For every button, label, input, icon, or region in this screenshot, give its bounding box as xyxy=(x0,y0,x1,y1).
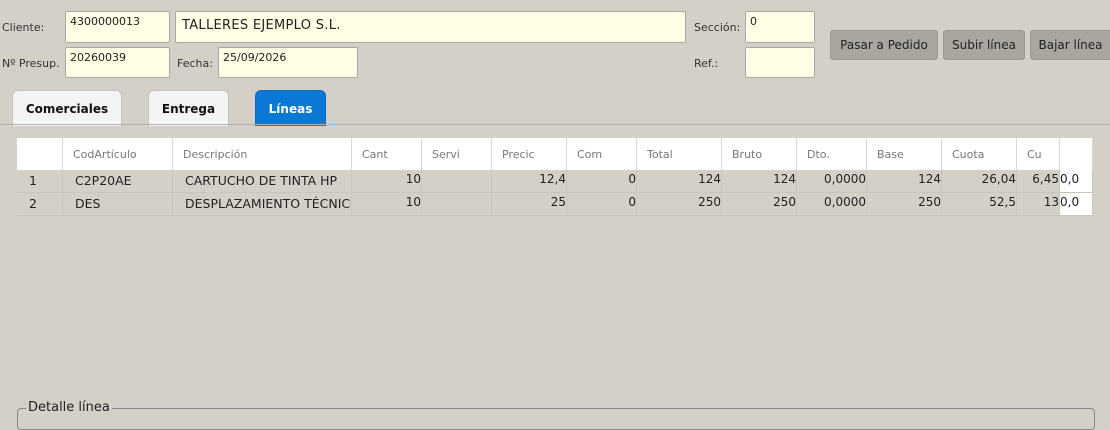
col-header-com[interactable]: Com xyxy=(567,138,637,170)
table-row[interactable]: 1 C2P20AE CARTUCHO DE TINTA HP 10 12,4 0… xyxy=(17,170,1093,193)
subir-linea-button[interactable]: Subir línea xyxy=(943,30,1025,60)
fecha-field[interactable]: 25/09/2026 xyxy=(218,47,358,78)
col-header-extra[interactable] xyxy=(1060,138,1093,170)
cell-num[interactable]: 1 xyxy=(17,170,63,192)
cell-extra[interactable]: 0,0 xyxy=(1060,193,1093,215)
cell-extra[interactable]: 0,0 xyxy=(1060,170,1093,192)
tab-lineas[interactable]: Líneas xyxy=(255,90,326,126)
tab-comerciales[interactable]: Comerciales xyxy=(12,90,122,126)
cell-codarticulo[interactable]: DES xyxy=(63,193,173,215)
col-header-servi[interactable]: Servi xyxy=(422,138,492,170)
cell-bruto[interactable]: 250 xyxy=(722,193,797,215)
cell-total[interactable]: 250 xyxy=(637,193,722,215)
cell-num[interactable]: 2 xyxy=(17,193,63,215)
cliente-label: Cliente: xyxy=(2,21,45,34)
cell-dto[interactable]: 0,0000 xyxy=(797,193,867,215)
cell-precio[interactable]: 12,4 xyxy=(492,170,567,192)
cell-cant[interactable]: 10 xyxy=(352,170,422,192)
pasar-a-pedido-button[interactable]: Pasar a Pedido xyxy=(830,30,938,60)
col-header-precio[interactable]: Precic xyxy=(492,138,567,170)
cell-servi[interactable] xyxy=(422,170,492,192)
presup-label: Nº Presup. xyxy=(2,57,60,70)
presup-field[interactable]: 20260039 xyxy=(65,47,170,78)
cell-descripcion[interactable]: DESPLAZAMIENTO TÉCNICO xyxy=(173,193,352,215)
cell-descripcion[interactable]: CARTUCHO DE TINTA HP xyxy=(173,170,352,192)
cell-codarticulo[interactable]: C2P20AE xyxy=(63,170,173,192)
detalle-linea-group: Detalle línea xyxy=(17,400,1095,430)
col-header-num[interactable] xyxy=(17,138,63,170)
cell-total[interactable]: 124 xyxy=(637,170,722,192)
col-header-cant[interactable]: Cant xyxy=(352,138,422,170)
cell-dto[interactable]: 0,0000 xyxy=(797,170,867,192)
cell-com[interactable]: 0 xyxy=(567,193,637,215)
table-row[interactable]: 2 DES DESPLAZAMIENTO TÉCNICO 10 25 0 250… xyxy=(17,193,1093,216)
seccion-field[interactable]: 0 xyxy=(745,11,815,43)
fecha-label: Fecha: xyxy=(177,57,213,70)
cell-base[interactable]: 250 xyxy=(867,193,942,215)
cell-servi[interactable] xyxy=(422,193,492,215)
lines-grid[interactable]: CodArtículo Descripción Cant Servi Preci… xyxy=(17,138,1093,216)
cell-cuota[interactable]: 26,04 xyxy=(942,170,1017,192)
col-header-cuota[interactable]: Cuota xyxy=(942,138,1017,170)
seccion-label: Sección: xyxy=(694,21,741,34)
cell-cu[interactable]: 13 xyxy=(1017,193,1060,215)
tab-entrega[interactable]: Entrega xyxy=(148,90,229,126)
cell-base[interactable]: 124 xyxy=(867,170,942,192)
ref-field[interactable] xyxy=(745,47,815,78)
cell-cant[interactable]: 10 xyxy=(352,193,422,215)
tab-divider xyxy=(0,124,1110,125)
col-header-codarticulo[interactable]: CodArtículo xyxy=(63,138,173,170)
col-header-dto[interactable]: Dto. xyxy=(797,138,867,170)
grid-header: CodArtículo Descripción Cant Servi Preci… xyxy=(17,138,1093,170)
bajar-linea-button[interactable]: Bajar línea xyxy=(1030,30,1110,60)
detalle-linea-title: Detalle línea xyxy=(26,400,112,415)
cell-precio[interactable]: 25 xyxy=(492,193,567,215)
col-header-total[interactable]: Total xyxy=(637,138,722,170)
cliente-code-field[interactable]: 4300000013 xyxy=(65,11,170,43)
col-header-descripcion[interactable]: Descripción xyxy=(173,138,352,170)
cell-cuota[interactable]: 52,5 xyxy=(942,193,1017,215)
cell-cu[interactable]: 6,45 xyxy=(1017,170,1060,192)
ref-label: Ref.: xyxy=(694,57,719,70)
col-header-base[interactable]: Base xyxy=(867,138,942,170)
cliente-name-field[interactable]: TALLERES EJEMPLO S.L. xyxy=(175,11,686,43)
col-header-cu[interactable]: Cu xyxy=(1017,138,1060,170)
cell-bruto[interactable]: 124 xyxy=(722,170,797,192)
cell-com[interactable]: 0 xyxy=(567,170,637,192)
col-header-bruto[interactable]: Bruto xyxy=(722,138,797,170)
